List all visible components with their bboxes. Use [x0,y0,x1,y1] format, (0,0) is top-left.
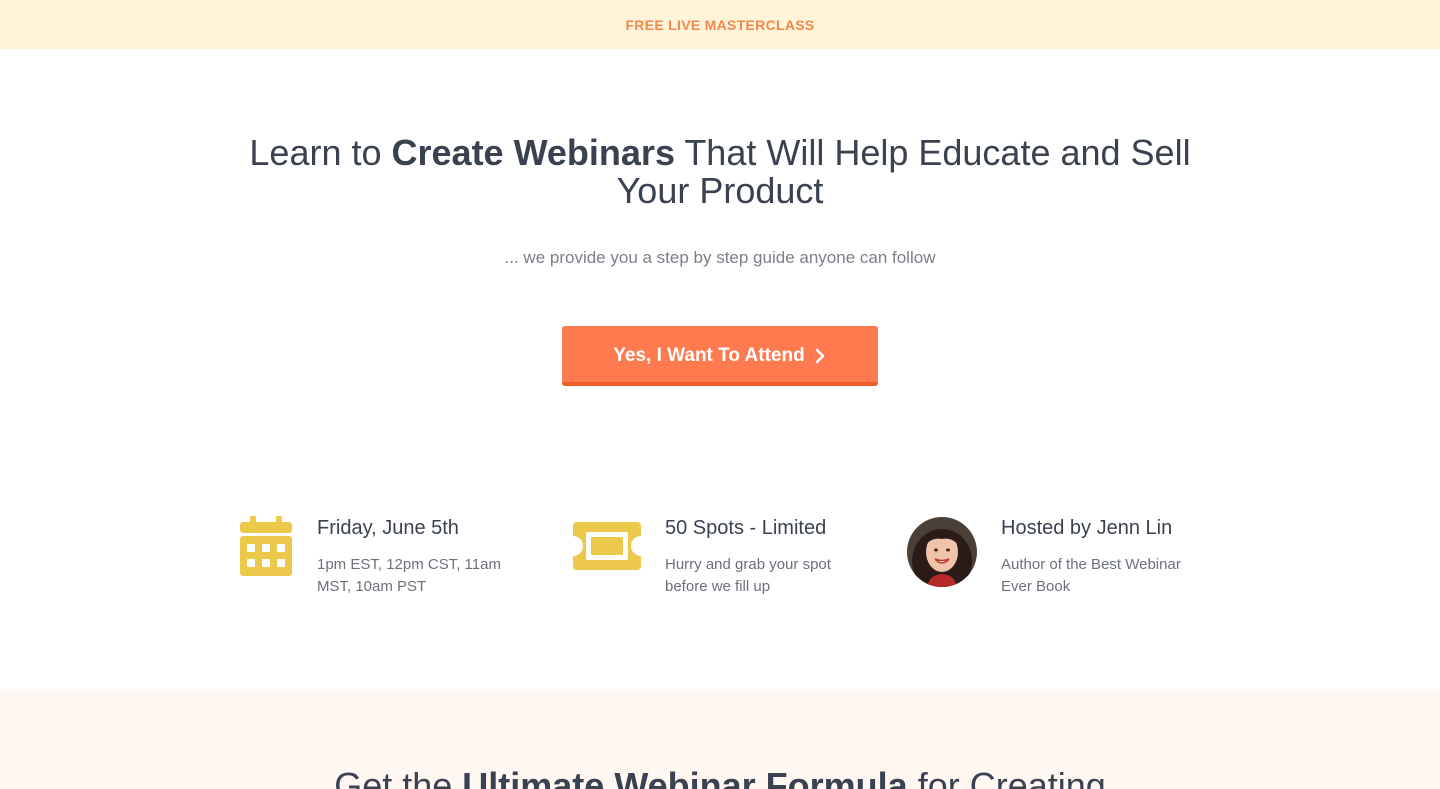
formula-heading: Get the Ultimate Webinar Formula for Cre… [120,767,1320,789]
ticket-icon [573,522,641,570]
feature-date: Friday, June 5th 1pm EST, 12pm CST, 11am… [240,516,540,616]
chevron-right-icon [815,348,825,363]
announcement-label: FREE LIVE MASTERCLASS [625,16,815,33]
feature-spots-title: 50 Spots - Limited [665,517,827,539]
feature-date-desc: 1pm EST, 12pm CST, 11am MST, 10am PST [317,556,501,595]
headline-bold: Create Webinars [391,132,675,173]
announcement-bar: FREE LIVE MASTERCLASS [0,0,1440,49]
formula-heading-pre: Get the [334,765,463,789]
attend-button[interactable]: Yes, I Want To Attend [562,326,878,386]
formula-heading-post: for Creating [907,765,1106,789]
headline-post: That Will Help Educate and Sell Your Pro… [616,132,1191,211]
feature-host-desc: Author of the Best Webinar Ever Book [1001,556,1181,595]
feature-spots: 50 Spots - Limited Hurry and grab your s… [573,516,873,616]
feature-date-title: Friday, June 5th [317,517,459,539]
subheadline: ... we provide you a step by step guide … [504,248,936,267]
avatar-image [907,517,977,587]
formula-heading-bold: Ultimate Webinar Formula [462,765,908,789]
host-avatar [907,517,977,587]
feature-spots-desc: Hurry and grab your spot before we fill … [665,556,831,595]
calendar-icon [240,516,292,576]
feature-host-title: Hosted by Jenn Lin [1001,517,1173,539]
feature-host: Hosted by Jenn Lin Author of the Best We… [907,516,1227,616]
attend-button-label: Yes, I Want To Attend [613,344,805,366]
headline-pre: Learn to [249,132,392,173]
hero-section: Learn to Create Webinars That Will Help … [0,49,1440,689]
page-title: Learn to Create Webinars That Will Help … [220,134,1220,210]
formula-section: Get the Ultimate Webinar Formula for Cre… [0,689,1440,789]
